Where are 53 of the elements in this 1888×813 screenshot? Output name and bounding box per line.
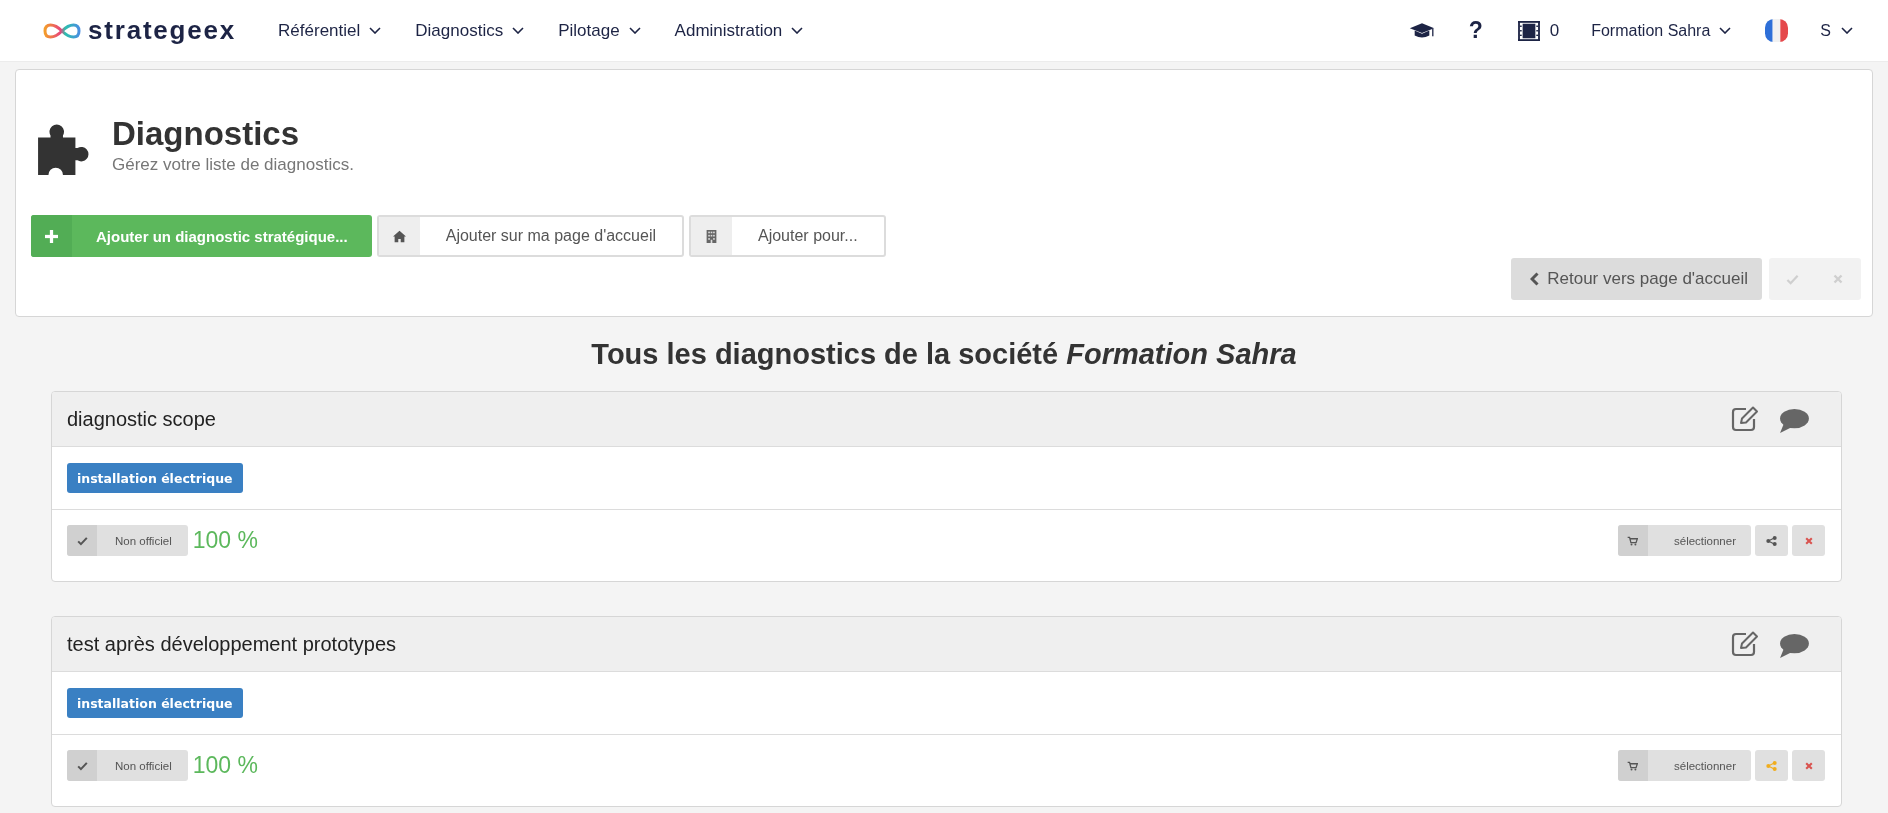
nav-menu-item[interactable]: Référentiel <box>278 15 382 46</box>
close-icon <box>1804 536 1813 545</box>
add-button[interactable]: Ajouter sur ma page d'accueil <box>376 215 684 257</box>
edit-icon[interactable] <box>1731 406 1759 432</box>
page-title: Diagnostics <box>112 114 301 154</box>
close-icon <box>1804 761 1813 770</box>
completion-score: 100 % <box>192 527 258 554</box>
category-tag: installation électrique <box>67 688 243 718</box>
delete-button[interactable] <box>1792 525 1825 556</box>
help-button[interactable]: ? <box>1468 17 1483 44</box>
delete-button[interactable] <box>1792 750 1825 781</box>
comment-icon[interactable] <box>1778 634 1809 658</box>
graduation-cap-icon[interactable] <box>1408 21 1435 40</box>
edit-icon[interactable] <box>1731 631 1759 657</box>
comment-icon[interactable] <box>1778 409 1809 433</box>
chevron-left-icon <box>1530 272 1540 286</box>
nav-menu-item[interactable]: Administration <box>674 15 804 46</box>
chevron-down-icon <box>369 27 382 34</box>
diagnostic-title: test après développement prototypes <box>67 632 398 656</box>
close-icon <box>1833 274 1843 284</box>
diagnostic-title: diagnostic scope <box>67 407 217 431</box>
building-icon <box>691 217 732 255</box>
page-subtitle: Gérez votre liste de diagnostics. <box>112 154 354 176</box>
counter-button[interactable]: 0 <box>1517 20 1560 41</box>
page-heading: Tous les diagnostics de la société Formation Sahra <box>590 337 1298 372</box>
chevron-down-icon <box>791 27 804 34</box>
chevron-down-icon <box>628 27 641 34</box>
check-icon <box>67 750 97 781</box>
home-icon <box>378 217 420 255</box>
status-button[interactable]: Non officiel <box>67 750 188 781</box>
chevron-down-icon <box>512 27 525 34</box>
flag-icon[interactable] <box>1765 19 1789 42</box>
cart-icon <box>1618 525 1648 556</box>
company-dropdown[interactable]: Formation Sahra <box>1591 21 1732 40</box>
nav-menu-item[interactable]: Pilotage <box>558 15 641 46</box>
completion-score: 100 % <box>192 752 258 779</box>
check-icon <box>1785 273 1799 285</box>
add-button[interactable]: Ajouter pour... <box>689 215 886 257</box>
chevron-down-icon <box>1841 27 1853 34</box>
nav-menu-item[interactable]: Diagnostics <box>415 15 525 46</box>
user-menu[interactable]: S <box>1820 21 1853 40</box>
check-icon <box>67 525 97 556</box>
select-button[interactable]: sélectionner <box>1618 750 1751 781</box>
select-button[interactable]: sélectionner <box>1618 525 1751 556</box>
cart-icon <box>1618 750 1648 781</box>
status-button[interactable]: Non officiel <box>67 525 188 556</box>
logo-text: strategeex <box>88 15 237 46</box>
plus-icon <box>31 215 72 257</box>
category-tag: installation électrique <box>67 463 243 493</box>
back-button[interactable]: Retour vers page d'accueil <box>1511 258 1762 300</box>
film-icon <box>1517 20 1540 41</box>
share-button[interactable] <box>1755 525 1788 556</box>
chevron-down-icon <box>1719 27 1732 34</box>
